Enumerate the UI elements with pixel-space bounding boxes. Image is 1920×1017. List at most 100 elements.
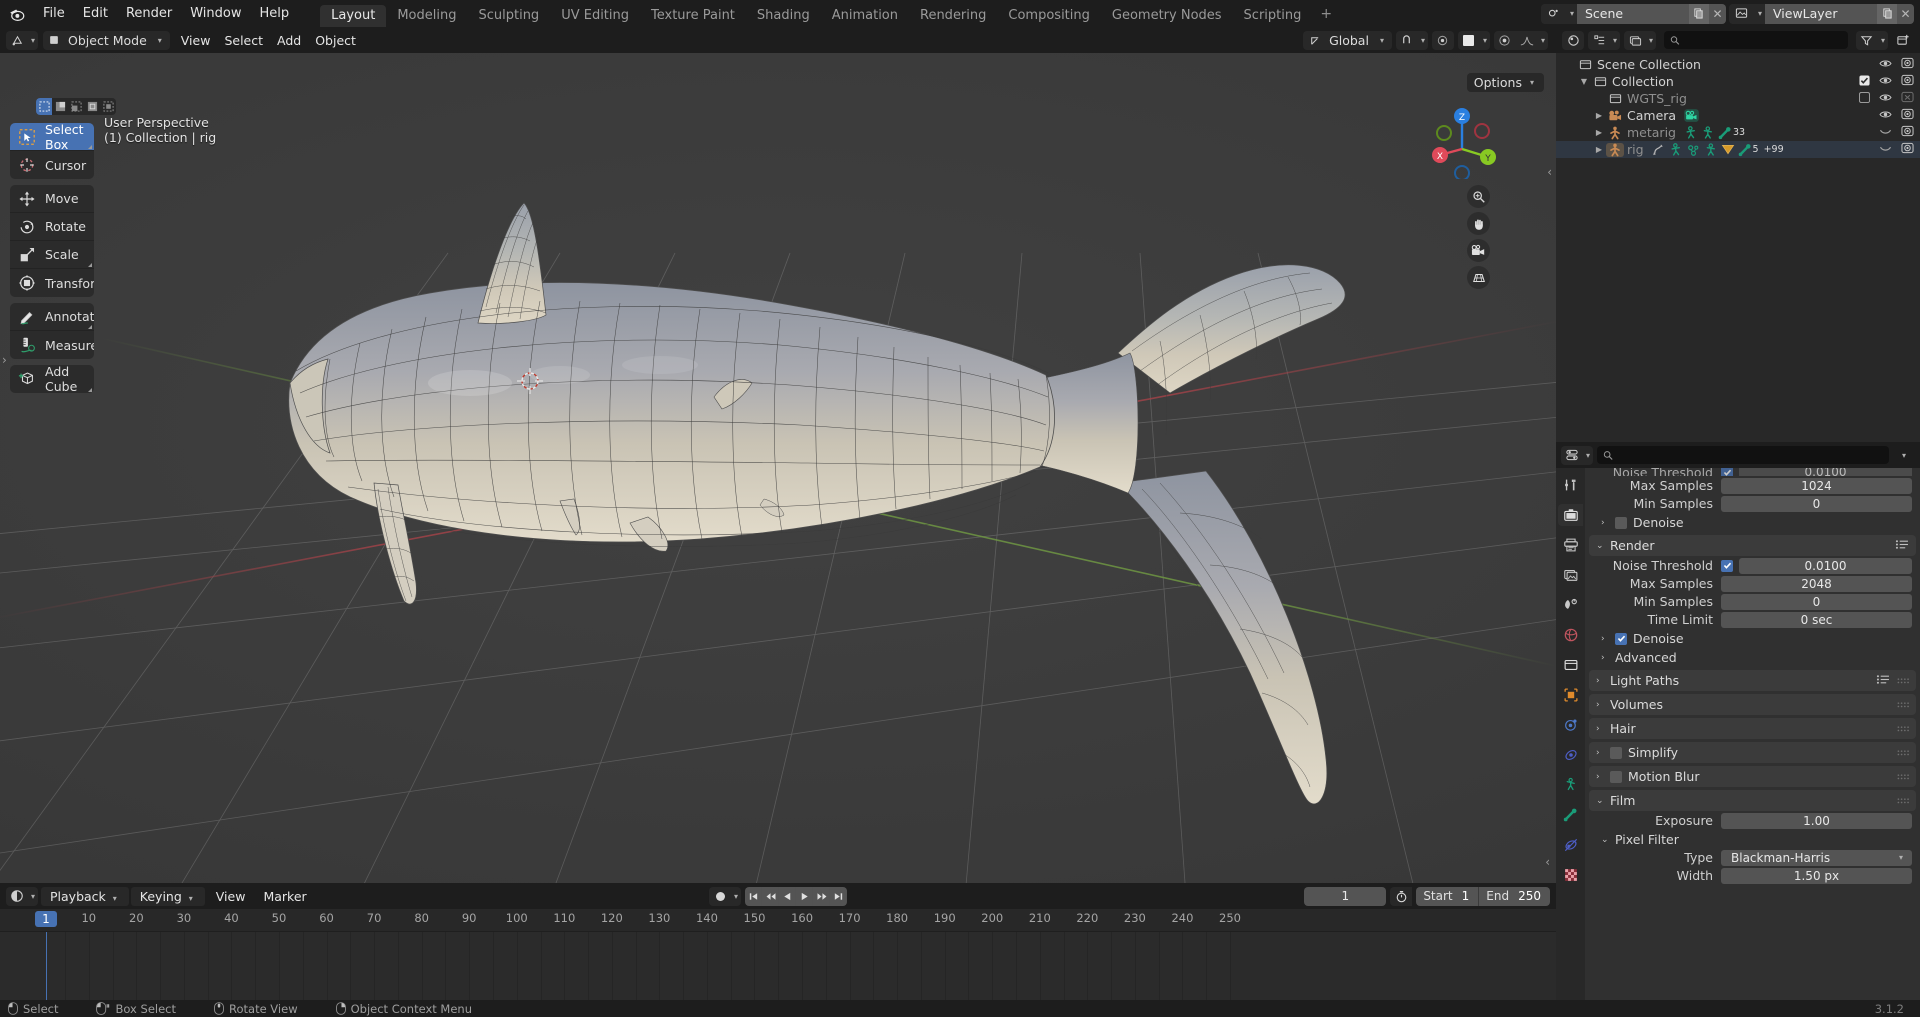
outliner-filter-id[interactable]: ▾ xyxy=(1624,30,1657,50)
shading-extras[interactable]: ▾ xyxy=(1457,30,1490,50)
property-value-field[interactable]: 0.0100 xyxy=(1739,557,1912,574)
tool-transform[interactable]: Transform xyxy=(10,269,94,297)
workspace-tab-uv-editing[interactable]: UV Editing xyxy=(550,5,640,27)
property-value-field[interactable]: 0 sec xyxy=(1721,611,1912,628)
subpanel-enable-checkbox[interactable] xyxy=(1615,632,1627,645)
tool-measure[interactable]: Measure xyxy=(10,331,94,359)
tool-expand-corner[interactable] xyxy=(88,325,92,329)
falloff-curve-icon[interactable] xyxy=(1516,31,1538,50)
disable-in-renders-icon[interactable] xyxy=(1901,108,1914,123)
tool-expand-corner[interactable] xyxy=(88,388,92,392)
properties-options-button[interactable]: ▾ xyxy=(1893,446,1915,465)
snap-magnet-icon[interactable] xyxy=(1396,31,1418,50)
workspace-tab-modeling[interactable]: Modeling xyxy=(386,5,467,27)
panel-grip-icon[interactable] xyxy=(1897,745,1909,760)
hide-eye-icon[interactable] xyxy=(1879,74,1892,89)
shading-point-icon[interactable] xyxy=(1494,31,1516,50)
current-frame-field[interactable]: 1 xyxy=(1304,886,1387,906)
disclosure-triangle[interactable]: ▶ xyxy=(1592,111,1606,120)
workspace-tab-rendering[interactable]: Rendering xyxy=(909,5,997,27)
property-checkbox[interactable] xyxy=(1721,468,1733,476)
timeline-menu-keying[interactable]: Keying ▾ xyxy=(130,886,205,906)
tool-rotate[interactable]: Rotate xyxy=(10,213,94,241)
select-intersect-icon[interactable] xyxy=(100,98,116,115)
select-extend-icon[interactable] xyxy=(52,98,68,115)
toggle-perspective-icon[interactable] xyxy=(1467,266,1490,289)
properties-output-tab[interactable] xyxy=(1558,534,1583,556)
viewport-menu-select[interactable]: Select xyxy=(217,31,270,50)
timeline-playhead-line[interactable] xyxy=(46,932,47,1001)
property-dropdown[interactable]: Blackman-Harris ▾ xyxy=(1721,849,1912,866)
outliner-editor-type[interactable] xyxy=(1562,30,1584,50)
properties-viewlayer-tab[interactable] xyxy=(1558,564,1583,586)
preset-list-icon[interactable] xyxy=(1895,538,1909,553)
new-scene-button[interactable] xyxy=(1688,3,1709,24)
outliner-row-scene-collection[interactable]: Scene Collection xyxy=(1556,56,1920,73)
preset-list-icon[interactable] xyxy=(1876,673,1890,688)
panel-enable-checkbox[interactable] xyxy=(1610,770,1622,783)
panel-grip-icon[interactable] xyxy=(1897,721,1909,736)
panel-enable-checkbox[interactable] xyxy=(1610,746,1622,759)
bone-icon[interactable] xyxy=(1718,126,1733,140)
scene-name[interactable]: Scene xyxy=(1576,3,1689,24)
select-subtract-icon[interactable] xyxy=(68,98,84,115)
disable-in-renders-icon[interactable] xyxy=(1901,125,1914,140)
hide-eye-icon[interactable] xyxy=(1879,108,1892,123)
disable-in-renders-icon[interactable] xyxy=(1901,142,1914,157)
mesh-icon[interactable] xyxy=(1721,143,1735,156)
panel-header-motion-blur[interactable]: › Motion Blur xyxy=(1589,766,1916,787)
outliner-display-mode[interactable]: ▾ xyxy=(1588,30,1621,50)
viewport-3d-canvas[interactable]: User Perspective (1) Collection | rig Op… xyxy=(0,53,1556,883)
property-value-field[interactable]: 1.00 xyxy=(1721,812,1912,829)
jump-to-end-button[interactable] xyxy=(830,886,848,906)
viewport-options-button[interactable]: Options ▾ xyxy=(1466,73,1544,92)
subpanel-enable-checkbox[interactable] xyxy=(1615,516,1627,529)
tool-scale[interactable]: Scale xyxy=(10,241,94,269)
armature-data-icon[interactable] xyxy=(1704,142,1718,157)
properties-world-tab[interactable] xyxy=(1558,624,1583,646)
zoom-icon[interactable] xyxy=(1467,185,1490,208)
camera-view-icon[interactable] xyxy=(1467,239,1490,262)
jump-to-start-button[interactable] xyxy=(745,886,763,906)
scene-selector[interactable]: ▾ Scene ✕ xyxy=(1540,3,1726,24)
subpanel-denoise[interactable]: › Denoise xyxy=(1585,513,1920,532)
exclude-checkbox[interactable] xyxy=(1859,74,1870,89)
expand-toolbar-arrow[interactable]: › xyxy=(2,353,7,367)
proportional-edit-controls[interactable] xyxy=(1431,30,1454,50)
properties-scene-tab[interactable] xyxy=(1558,594,1583,616)
disable-in-renders-icon[interactable] xyxy=(1901,57,1914,72)
auto-keying-toggle[interactable]: ▾ xyxy=(708,886,742,906)
exclude-checkbox[interactable] xyxy=(1858,91,1871,106)
properties-search-input[interactable] xyxy=(1597,446,1889,464)
properties-render-tab[interactable] xyxy=(1558,504,1583,526)
workspace-tab-compositing[interactable]: Compositing xyxy=(997,5,1101,27)
outliner-filter-button[interactable]: ▾ xyxy=(1855,30,1888,50)
workspace-tab-layout[interactable]: Layout xyxy=(320,5,387,27)
panel-grip-icon[interactable] xyxy=(1897,697,1909,712)
hide-eye-icon[interactable] xyxy=(1879,57,1892,72)
tool-annotate[interactable]: Annotate xyxy=(10,303,94,331)
workspace-tab-sculpting[interactable]: Sculpting xyxy=(467,5,550,27)
property-value-field[interactable]: 0 xyxy=(1721,593,1912,610)
disable-in-renders-icon[interactable] xyxy=(1901,91,1914,106)
select-invert-icon[interactable] xyxy=(84,98,100,115)
object-mode-selector[interactable]: Object Mode ▾ xyxy=(43,30,170,50)
properties-editor-type[interactable]: ▾ xyxy=(1561,445,1594,465)
property-value-field[interactable]: 0 xyxy=(1721,495,1912,512)
disable-in-renders-icon[interactable] xyxy=(1901,74,1914,89)
pan-hand-icon[interactable] xyxy=(1467,212,1490,235)
panel-grip-icon[interactable] xyxy=(1897,673,1909,688)
tool-expand-corner[interactable] xyxy=(88,145,92,149)
workspace-tab-shading[interactable]: Shading xyxy=(746,5,821,27)
timeline-menu-marker[interactable]: Marker xyxy=(254,887,315,906)
property-value-field[interactable]: 1024 xyxy=(1721,477,1912,494)
outliner-row-wgts_rig[interactable]: WGTS_rig xyxy=(1556,90,1920,107)
use-preview-range-icon[interactable] xyxy=(1390,886,1413,906)
menu-help[interactable]: Help xyxy=(251,3,299,24)
transform-orientation-selector[interactable]: Global ▾ xyxy=(1303,30,1392,50)
play-button[interactable] xyxy=(796,886,814,906)
proportional-edit-icon[interactable] xyxy=(1432,31,1454,50)
timeline-ruler[interactable]: 10 20 30 40 50 60 70 80 90 100 110 120 130 140 150 160 1… xyxy=(0,909,1556,931)
prev-keyframe-button[interactable] xyxy=(762,886,780,906)
new-viewlayer-button[interactable] xyxy=(1877,3,1897,24)
